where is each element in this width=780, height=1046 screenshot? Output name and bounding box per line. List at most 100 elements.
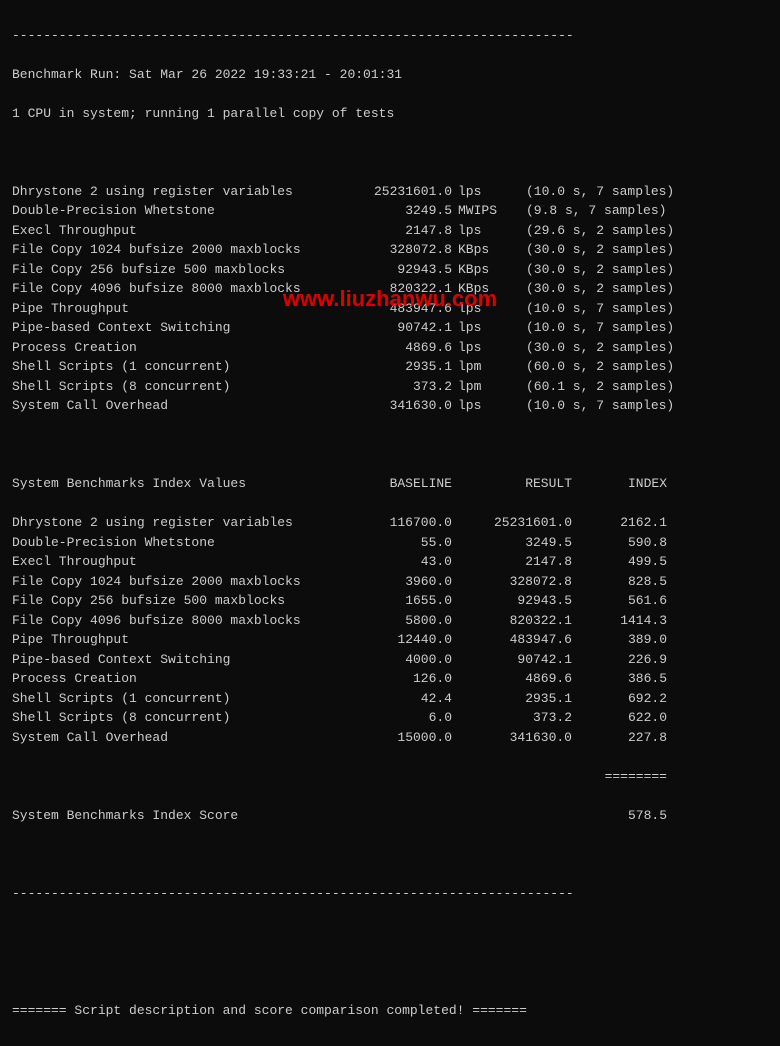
index-result: 373.2 [452,708,572,728]
index-name: Shell Scripts (8 concurrent) [12,708,342,728]
index-baseline: 5800.0 [342,611,452,631]
result-name: Execl Throughput [12,221,342,241]
index-value: 386.5 [572,669,667,689]
index-baseline: 4000.0 [342,650,452,670]
divider-bottom: ----------------------------------------… [12,884,768,904]
result-unit: lps [452,318,508,338]
result-name: Process Creation [12,338,342,358]
blank-line [12,435,768,455]
index-value: 561.6 [572,591,667,611]
index-value: 622.0 [572,708,667,728]
result-value: 2147.8 [342,221,452,241]
index-baseline: 42.4 [342,689,452,709]
index-row: File Copy 1024 bufsize 2000 maxblocks396… [12,572,768,592]
result-value: 25231601.0 [342,182,452,202]
index-row: Execl Throughput43.02147.8499.5 [12,552,768,572]
result-unit: lps [452,396,508,416]
result-name: Shell Scripts (1 concurrent) [12,357,342,377]
blank-line [12,962,768,982]
index-baseline: 15000.0 [342,728,452,748]
result-unit: MWIPS [452,201,508,221]
result-name: File Copy 4096 bufsize 8000 maxblocks [12,279,342,299]
divider-top: ----------------------------------------… [12,26,768,46]
result-value: 341630.0 [342,396,452,416]
index-result: 483947.6 [452,630,572,650]
index-result: 341630.0 [452,728,572,748]
index-baseline: 3960.0 [342,572,452,592]
footer-line: ======= Script description and score com… [12,1001,768,1021]
result-name: Dhrystone 2 using register variables [12,182,342,202]
result-unit: lpm [452,357,508,377]
result-value: 3249.5 [342,201,452,221]
index-result: 328072.8 [452,572,572,592]
result-value: 328072.8 [342,240,452,260]
index-baseline: 1655.0 [342,591,452,611]
result-value: 483947.6 [342,299,452,319]
index-baseline: 116700.0 [342,513,452,533]
result-unit: lps [452,221,508,241]
index-name: Shell Scripts (1 concurrent) [12,689,342,709]
index-value: 2162.1 [572,513,667,533]
result-value: 4869.6 [342,338,452,358]
index-row: File Copy 4096 bufsize 8000 maxblocks580… [12,611,768,631]
index-header-index: INDEX [572,474,667,494]
result-unit: KBps [452,260,508,280]
index-name: System Call Overhead [12,728,342,748]
result-unit: lps [452,338,508,358]
result-value: 373.2 [342,377,452,397]
index-header-name: System Benchmarks Index Values [12,474,342,494]
index-value: 226.9 [572,650,667,670]
result-unit: lps [452,299,508,319]
index-name: File Copy 256 bufsize 500 maxblocks [12,591,342,611]
index-name: Pipe-based Context Switching [12,650,342,670]
index-name: File Copy 1024 bufsize 2000 maxblocks [12,572,342,592]
benchmark-results: Dhrystone 2 using register variables2523… [12,182,768,416]
index-header-row: System Benchmarks Index Values BASELINE … [12,474,768,494]
result-name: Pipe-based Context Switching [12,318,342,338]
result-name: Pipe Throughput [12,299,342,319]
blank-line [12,143,768,163]
result-row: Double-Precision Whetstone3249.5MWIPS(9.… [12,201,768,221]
index-value: 590.8 [572,533,667,553]
score-value: 578.5 [572,806,667,826]
index-row: Pipe Throughput12440.0483947.6389.0 [12,630,768,650]
score-divider-row: ======== [12,767,768,787]
result-unit: KBps [452,279,508,299]
result-row: Pipe-based Context Switching90742.1lps(1… [12,318,768,338]
result-note: (60.1 s, 2 samples) [508,377,674,397]
result-note: (10.0 s, 7 samples) [508,396,674,416]
index-row: Shell Scripts (1 concurrent)42.42935.169… [12,689,768,709]
index-value: 1414.3 [572,611,667,631]
result-name: Shell Scripts (8 concurrent) [12,377,342,397]
index-name: File Copy 4096 bufsize 8000 maxblocks [12,611,342,631]
index-baseline: 55.0 [342,533,452,553]
result-row: Execl Throughput2147.8lps(29.6 s, 2 samp… [12,221,768,241]
index-value: 828.5 [572,572,667,592]
result-row: Shell Scripts (1 concurrent)2935.1lpm(60… [12,357,768,377]
benchmark-header-line2: 1 CPU in system; running 1 parallel copy… [12,104,768,124]
score-divider: ======== [572,767,667,787]
index-header-result: RESULT [452,474,572,494]
benchmark-header-line1: Benchmark Run: Sat Mar 26 2022 19:33:21 … [12,65,768,85]
index-result: 92943.5 [452,591,572,611]
result-row: File Copy 1024 bufsize 2000 maxblocks328… [12,240,768,260]
benchmark-index-rows: Dhrystone 2 using register variables1167… [12,513,768,747]
result-row: System Call Overhead341630.0lps(10.0 s, … [12,396,768,416]
result-row: File Copy 256 bufsize 500 maxblocks92943… [12,260,768,280]
result-row: Pipe Throughput483947.6lps(10.0 s, 7 sam… [12,299,768,319]
result-note: (30.0 s, 2 samples) [508,338,674,358]
terminal-output: ----------------------------------------… [0,0,780,1046]
index-baseline: 12440.0 [342,630,452,650]
blank-line [12,845,768,865]
index-result: 25231601.0 [452,513,572,533]
index-result: 2147.8 [452,552,572,572]
result-note: (30.0 s, 2 samples) [508,260,674,280]
index-value: 389.0 [572,630,667,650]
result-unit: KBps [452,240,508,260]
index-row: Pipe-based Context Switching4000.090742.… [12,650,768,670]
index-name: Pipe Throughput [12,630,342,650]
index-name: Process Creation [12,669,342,689]
index-name: Dhrystone 2 using register variables [12,513,342,533]
index-value: 499.5 [572,552,667,572]
result-value: 90742.1 [342,318,452,338]
